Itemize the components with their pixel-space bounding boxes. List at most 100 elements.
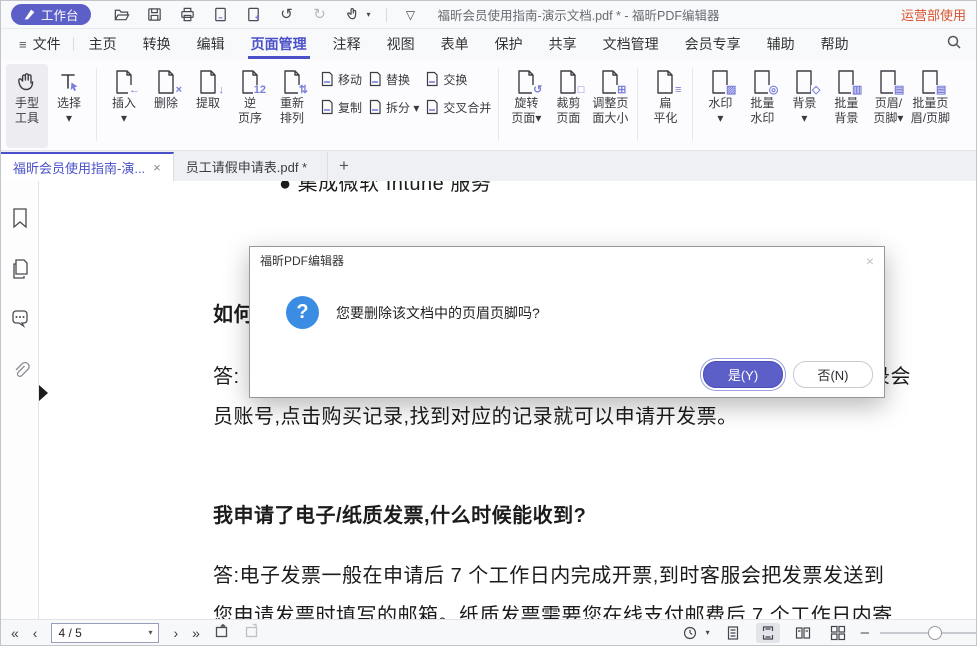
interleave-merge-icon [425,99,439,115]
print-icon[interactable] [179,6,197,24]
facing-view-icon[interactable] [791,623,815,643]
file-menu-label: 文件 [33,34,61,54]
close-tab-icon[interactable]: × [153,160,161,175]
flatten-icon: ≡ [652,68,678,96]
touch-mode-caret-icon[interactable]: ▾ [367,10,371,19]
navigation-sidebar [1,181,39,619]
export-page-icon[interactable] [212,6,230,24]
ribbon-small-button[interactable]: 移动 [320,71,362,88]
menu-item[interactable]: 辅助 [754,29,808,59]
ribbon-button[interactable]: ↺ 旋转页面▾ [505,64,547,128]
batch-header-footer-icon: ▤ [917,68,943,96]
button-label: 工具 [15,111,39,126]
last-page-button[interactable]: » [192,626,200,640]
ribbon-button[interactable]: ← 插入▾ [103,64,145,128]
menu-item[interactable]: 注释 [320,29,374,59]
ribbon-button[interactable]: ▨ 水印▾ [699,64,741,128]
menu-item[interactable]: 转换 [130,29,184,59]
page-number-combobox[interactable]: 4 / 5 ▾ [51,623,159,643]
menu-item[interactable]: 保护 [482,29,536,59]
chevron-down-icon[interactable]: ▾ [706,628,710,637]
button-label: 水印 [750,111,774,126]
select-tool-button[interactable]: 选择▾ [48,64,90,128]
document-tab[interactable]: 员工请假申请表.pdf * [174,152,328,181]
new-tab-button[interactable]: + [327,151,361,180]
ribbon-small-button[interactable]: 替换 [368,71,419,88]
close-icon[interactable]: × [866,254,874,268]
ribbon-button[interactable]: □ 裁剪页面 [547,64,589,128]
zoom-slider-handle[interactable] [928,626,942,640]
button-label: 插入 [112,96,136,111]
first-page-button[interactable]: « [11,626,19,640]
ribbon-small-button[interactable]: 交叉合并 [425,99,491,116]
zoom-out-button[interactable]: – [861,624,869,641]
collapse-ribbon-icon[interactable]: ▽ [402,6,420,24]
dialog-buttons: 是(Y) 否(N) [703,361,873,388]
ribbon-small-button[interactable]: 拆分 ▾ [368,99,419,116]
group-divider [498,68,499,141]
previous-view-icon[interactable] [214,623,230,642]
attachments-panel-icon[interactable] [10,360,30,387]
bookmarks-panel-icon[interactable] [10,207,30,234]
ribbon-button[interactable]: ◇ 背景▾ [783,64,825,128]
menu-item[interactable]: 表单 [428,29,482,59]
undo-icon[interactable]: ↺ [278,6,296,24]
redo-icon[interactable]: ↻ [311,6,329,24]
touch-mode-icon[interactable] [344,6,362,24]
comments-panel-icon[interactable] [10,309,30,336]
next-view-icon[interactable] [244,623,260,642]
file-menu[interactable]: ≡ 文件 [9,34,71,54]
previous-page-button[interactable]: ‹ [33,626,38,640]
yes-button[interactable]: 是(Y) [703,361,783,388]
account-label[interactable]: 运营部使用 [901,5,966,24]
menubar: ≡ 文件 主页 转换 编辑 页面管理 注释 视图 表单 保护 共享 [1,29,976,59]
menu-item[interactable]: 页面管理 [238,29,320,59]
single-page-view-icon[interactable] [721,623,745,643]
menu-item[interactable]: 帮助 [808,29,862,59]
menu-item[interactable]: 共享 [536,29,590,59]
ribbon-button[interactable]: ◎ 批量水印 [741,64,783,128]
ribbon-button[interactable]: 12 逆页序 [229,64,271,128]
menu-item[interactable]: 文档管理 [590,29,672,59]
hand-tool-button[interactable]: 手型工具 [6,64,48,148]
continuous-view-icon[interactable] [756,623,780,643]
ribbon-toolbar: 手型工具 选择▾ ← 插入▾ [1,59,976,151]
move-pages-icon [320,71,334,87]
button-label: 扁 [653,96,677,111]
menu-item[interactable]: 编辑 [184,29,238,59]
continuous-facing-view-icon[interactable] [826,623,850,643]
page-transform-group: ↺ 旋转页面▾ □ 裁剪页面 ⊞ [502,62,634,147]
ribbon-button[interactable]: ⊞ 调整页面大小 [589,64,631,128]
page-marks-group: ▨ 水印▾ ◎ 批量水印 ◇ [696,62,954,147]
menu-item[interactable]: 主页 [76,29,130,59]
button-label: 页面 [556,111,580,126]
ribbon-button[interactable]: × 删除 [145,64,187,113]
next-page-button[interactable]: › [173,626,178,640]
no-button[interactable]: 否(N) [793,361,873,388]
ribbon-button[interactable]: ⇅ 重新排列 [271,64,313,128]
ribbon-button[interactable]: ▤ 批量页眉/页脚 [909,64,951,128]
zoom-slider[interactable] [880,625,976,641]
search-icon [946,34,962,50]
dialog-titlebar[interactable]: 福昕PDF编辑器 × [250,247,884,274]
new-page-icon[interactable] [245,6,263,24]
button-label: 调整页 [592,96,628,111]
menu-item[interactable]: 会员专享 [672,29,754,59]
header-footer-icon: ▤ [875,68,901,96]
workbench-button[interactable]: 工作台 [11,4,91,25]
menu-item[interactable]: 视图 [374,29,428,59]
dialog-title: 福昕PDF编辑器 [260,252,344,269]
ribbon-button[interactable]: ▤ 页眉/页脚▾ [867,64,909,128]
ribbon-small-button[interactable]: 交换 [425,71,491,88]
open-folder-icon[interactable] [113,6,131,24]
search-button[interactable] [946,34,962,55]
save-icon[interactable] [146,6,164,24]
ribbon-button[interactable]: ▥ 批量背景 [825,64,867,128]
pages-panel-icon[interactable] [10,258,30,285]
flatten-button[interactable]: ≡ 扁平化 [644,64,686,128]
rotate-view-icon[interactable] [678,623,702,643]
ribbon-button[interactable]: ↓ 提取 [187,64,229,113]
document-tab[interactable]: 福昕会员使用指南-演... × [1,152,174,181]
document-text-line: 您申请发票时填写的邮箱。纸质发票需要您在线支付邮费后,7 个工作日内寄 [213,599,893,619]
ribbon-small-button[interactable]: 复制 [320,99,362,116]
